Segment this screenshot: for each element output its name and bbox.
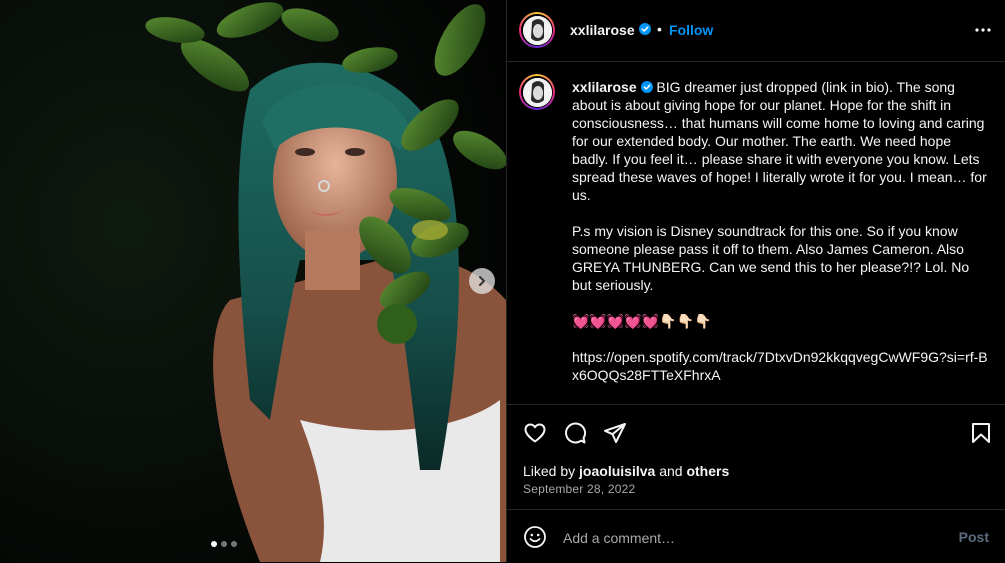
- avatar-image: [522, 77, 552, 107]
- caption-emoji-line: 💓💓💓💓💓👇🏻👇🏻👇🏻: [572, 313, 712, 329]
- carousel-dot: [211, 541, 217, 547]
- action-bar: [507, 405, 1005, 459]
- verified-badge-icon: [640, 81, 653, 93]
- follow-button[interactable]: Follow: [669, 22, 713, 38]
- header-username[interactable]: xxlilarose: [570, 22, 635, 38]
- more-horizontal-icon[interactable]: [973, 20, 993, 40]
- likes-and: and: [659, 463, 683, 479]
- avatar[interactable]: [519, 12, 555, 48]
- bookmark-icon[interactable]: [969, 421, 993, 445]
- caption-paragraph: xxlilarose BIG dreamer just dropped (lin…: [572, 78, 988, 204]
- caption-scroll-area[interactable]: xxlilarose BIG dreamer just dropped (lin…: [507, 62, 1005, 404]
- likes-others-link[interactable]: others: [686, 463, 729, 479]
- avatar[interactable]: [519, 74, 555, 110]
- post-actions: Liked by joaoluisilva and others Septemb…: [507, 404, 1005, 496]
- avatar-image: [522, 15, 552, 45]
- share-icon[interactable]: [603, 421, 627, 445]
- post-comment-button[interactable]: Post: [959, 529, 989, 545]
- post-dialog: xxlilarose • Follow xxlilarose BIG dream…: [0, 0, 1005, 562]
- caption-username[interactable]: xxlilarose: [572, 79, 637, 95]
- carousel-next-button[interactable]: [469, 268, 495, 294]
- post-side-panel: xxlilarose • Follow xxlilarose BIG dream…: [506, 0, 1005, 562]
- likes-summary: Liked by joaoluisilva and others: [523, 463, 729, 479]
- carousel-indicator: [211, 541, 237, 547]
- caption-paragraph: P.s my vision is Disney soundtrack for t…: [572, 223, 970, 293]
- post-header: xxlilarose • Follow: [507, 0, 1005, 62]
- likes-prefix: Liked by: [523, 463, 576, 479]
- chevron-right-icon: [479, 276, 485, 286]
- emoji-icon[interactable]: [523, 525, 547, 549]
- comment-icon[interactable]: [563, 421, 587, 445]
- comment-bar: Post: [507, 509, 1005, 563]
- post-media: [0, 0, 506, 562]
- verified-badge-icon: [639, 23, 651, 35]
- post-photo: [0, 0, 506, 562]
- caption-text: BIG dreamer just dropped (link in bio). …: [572, 79, 987, 203]
- carousel-dot: [231, 541, 237, 547]
- liked-by-user-link[interactable]: joaoluisilva: [579, 463, 655, 479]
- post-date[interactable]: September 28, 2022: [523, 482, 635, 496]
- comment-input[interactable]: [561, 523, 935, 553]
- carousel-dot: [221, 541, 227, 547]
- heart-icon[interactable]: [523, 421, 547, 445]
- header-separator: •: [657, 21, 662, 37]
- spotify-link[interactable]: https://open.spotify.com/track/7DtxvDn92…: [572, 348, 988, 384]
- caption: xxlilarose BIG dreamer just dropped (lin…: [572, 78, 988, 402]
